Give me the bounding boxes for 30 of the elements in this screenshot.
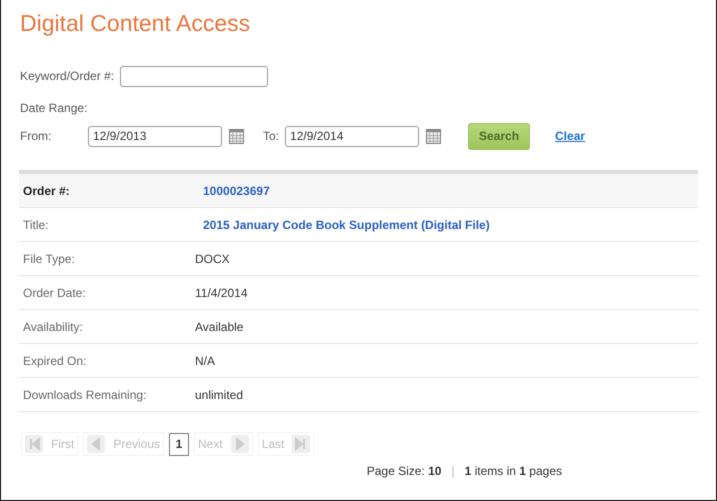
field-value: 11/4/2014 — [195, 286, 248, 300]
field-link[interactable]: 1000023697 — [203, 184, 270, 198]
field-label: Expired On: — [23, 354, 88, 368]
field-label: Availability: — [23, 320, 84, 334]
field-label: Order #: — [23, 184, 71, 198]
field-link[interactable]: 2015 January Code Book Supplement (Digital File) — [203, 218, 490, 232]
items-summary-text: 1 items in 1 pages — [464, 464, 562, 478]
field-label: Title: — [23, 218, 50, 232]
clear-link[interactable]: Clear — [555, 129, 586, 143]
to-date-field[interactable]: 12/9/2014 — [285, 126, 420, 146]
field-value: Available — [195, 320, 244, 334]
field-value: N/A — [195, 354, 216, 368]
calendar-icon[interactable] — [229, 128, 244, 144]
field-label: Downloads Remaining: — [23, 388, 148, 402]
from-date-field[interactable]: 12/9/2013 — [88, 126, 222, 146]
separator-text: | — [451, 464, 455, 478]
field-label: File Type: — [23, 252, 76, 266]
keyword-field[interactable] — [120, 66, 268, 86]
page-title: Digital Content Access — [20, 10, 252, 37]
keyword-label: Keyword/Order #: — [20, 69, 114, 83]
calendar-icon[interactable] — [426, 128, 442, 144]
date-range-label: Date Range: — [20, 101, 88, 115]
field-value: DOCX — [195, 252, 230, 266]
field-label: Order Date: — [23, 286, 87, 300]
page-size-text: Page Size: 10 — [366, 464, 442, 478]
field-value: unlimited — [195, 388, 244, 402]
search-button[interactable]: Search — [468, 122, 530, 150]
page-number-button[interactable]: 1 — [169, 432, 190, 456]
from-label: From: — [20, 129, 52, 143]
to-label: To: — [263, 129, 280, 143]
